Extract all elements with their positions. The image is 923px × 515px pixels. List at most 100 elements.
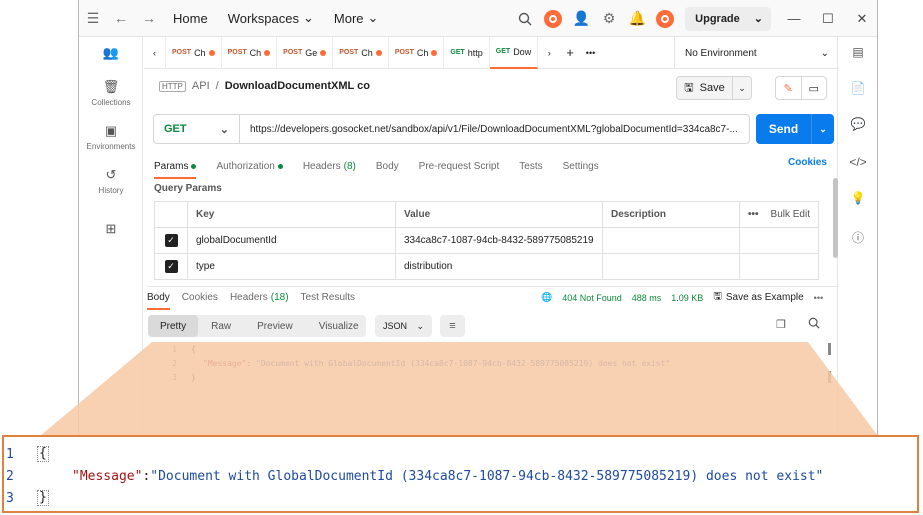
add-user-icon[interactable]: 👤 (567, 0, 595, 37)
back-arrow-icon[interactable]: ← (107, 0, 135, 37)
info-icon[interactable]: ⓘ (838, 229, 877, 246)
param-description[interactable] (602, 254, 739, 279)
http-request-icon: HTTP (159, 80, 186, 92)
gear-icon[interactable]: ⚙ (595, 0, 623, 37)
more-menu[interactable]: More ⌄ (324, 10, 389, 26)
tabs-scroll-right-icon[interactable]: › (538, 37, 560, 69)
url-input[interactable]: https://developers.gosocket.net/sandbox/… (240, 124, 749, 135)
save-dropdown-icon[interactable]: ⌄ (733, 83, 751, 94)
tab-settings[interactable]: Settings (563, 155, 599, 177)
documentation-icon[interactable]: 📄 (838, 81, 877, 95)
request-title[interactable]: DownloadDocumentXML co (225, 80, 370, 92)
zoomed-response-body: 1 { 2 "Message": "Document with GlobalDo… (2, 435, 919, 513)
request-tab[interactable]: POST Ge (277, 36, 334, 69)
response-tab-headers[interactable]: Headers (18) (230, 288, 289, 308)
request-tab[interactable]: POST Ch (222, 36, 278, 69)
tab-body[interactable]: Body (376, 155, 399, 177)
response-tab-body[interactable]: Body (147, 288, 170, 310)
home-link[interactable]: Home (163, 11, 218, 26)
sidebar-item-history[interactable]: ↺ History (79, 167, 143, 195)
upgrade-button[interactable]: Upgrade ⌄ (685, 6, 771, 31)
new-tab-plus-icon[interactable]: + (560, 37, 580, 69)
sidebar-item-collections[interactable]: 🗑 Collections (79, 79, 143, 107)
comment-icon[interactable]: ▭ (802, 77, 827, 99)
tab-method: POST (283, 49, 303, 56)
status-code[interactable]: 404 Not Found (562, 293, 622, 303)
tab-label: Params (154, 160, 189, 172)
tab-tests[interactable]: Tests (519, 155, 542, 177)
param-description[interactable] (602, 228, 739, 253)
save-as-example-button[interactable]: 🖫 Save as Example (713, 289, 803, 306)
bell-icon[interactable]: 🔔 (623, 0, 651, 37)
minimize-icon[interactable]: — (777, 11, 811, 26)
response-time[interactable]: 488 ms (632, 293, 662, 303)
tab-prerequest-script[interactable]: Pre-request Script (419, 155, 500, 177)
wrap-lines-icon[interactable]: ≡ (440, 315, 465, 337)
sidebar-label: Environments (86, 142, 136, 151)
close-icon[interactable]: ✕ (845, 11, 877, 27)
forward-arrow-icon[interactable]: → (135, 0, 163, 37)
send-button[interactable]: Send (756, 114, 812, 144)
pencil-icon[interactable]: ✎ (776, 77, 802, 99)
cookies-link[interactable]: Cookies (788, 157, 827, 168)
param-value[interactable]: 334ca8c7-1087-94cb-8432-589775085219 (395, 228, 602, 253)
lightbulb-icon[interactable]: 💡 (838, 191, 877, 205)
api-details-icon[interactable]: ▤ (838, 45, 877, 59)
sidebar-label: Collections (91, 98, 131, 107)
zoom-line-number: 1 (6, 446, 14, 462)
more-options-icon[interactable]: ••• (814, 293, 823, 303)
zoom-json-key: "Message" (72, 468, 143, 484)
tab-params[interactable]: Params (154, 155, 197, 179)
response-size[interactable]: 1.09 KB (671, 293, 703, 303)
avatar-icon[interactable] (651, 0, 679, 37)
request-tab[interactable]: POST Ch (389, 36, 445, 69)
save-button[interactable]: 🖫 Save (677, 77, 733, 99)
view-preview[interactable]: Preview (244, 315, 306, 337)
code-icon[interactable]: </> (838, 155, 877, 169)
response-tab-test-results[interactable]: Test Results (301, 288, 355, 308)
response-tab-cookies[interactable]: Cookies (182, 288, 218, 308)
search-icon[interactable] (511, 0, 539, 37)
tab-headers[interactable]: Headers (8) (303, 155, 356, 177)
tabs-scroll-left-icon[interactable]: ‹ (144, 36, 166, 69)
method-selector[interactable]: GET ⌄ (154, 115, 240, 143)
sidebar-item-environments[interactable]: ▣ Environments (79, 123, 143, 151)
view-raw[interactable]: Raw (198, 315, 244, 337)
param-key[interactable]: globalDocumentId (187, 228, 395, 253)
sidebar-item-team[interactable]: 👥 (79, 45, 143, 64)
send-dropdown-icon[interactable]: ⌄ (812, 114, 834, 144)
maximize-icon[interactable]: ☐ (811, 11, 845, 27)
param-checkbox[interactable]: ✓ (154, 228, 187, 253)
request-tab-active[interactable]: GET Dow (489, 36, 539, 69)
query-params-table: Key Value Description ••• Bulk Edit ✓ glo… (154, 201, 819, 280)
format-selector[interactable]: JSON ⌄ (375, 315, 432, 337)
copy-icon[interactable]: ❐ (776, 318, 786, 331)
tab-authorization[interactable]: Authorization (216, 155, 283, 177)
view-visualize[interactable]: Visualize (306, 315, 372, 337)
workspaces-menu[interactable]: Workspaces ⌄ (218, 10, 324, 26)
bulk-edit-link[interactable]: Bulk Edit (771, 209, 810, 220)
param-key[interactable]: type (187, 254, 395, 279)
more-tabs-icon[interactable]: ••• (580, 37, 601, 69)
param-checkbox[interactable]: ✓ (154, 254, 187, 279)
param-actions-cell (739, 254, 819, 279)
environment-selector[interactable]: No Environment ⌄ (674, 37, 839, 69)
request-tab[interactable]: POST Ch (166, 36, 222, 69)
request-tab[interactable]: POST Ch (333, 36, 389, 69)
search-icon[interactable] (808, 317, 820, 332)
editor-scrollbar-marker (828, 371, 831, 383)
request-tab[interactable]: GET http (444, 36, 490, 69)
comments-icon[interactable]: 💬 (838, 117, 877, 131)
params-scrollbar[interactable] (833, 178, 838, 258)
more-options-icon[interactable]: ••• (748, 209, 759, 220)
view-pretty[interactable]: Pretty (148, 315, 199, 337)
query-params-heading: Query Params (154, 183, 222, 194)
postman-logo-icon[interactable] (539, 0, 567, 37)
postman-window: ☰ ← → Home Workspaces ⌄ More ⌄ 👤 ⚙ 🔔 Upgra… (78, 0, 878, 440)
tab-method: POST (227, 49, 247, 56)
sidebar-item-apps[interactable]: ⊞ (79, 221, 143, 240)
param-value[interactable]: distribution (395, 254, 602, 279)
hamburger-menu-icon[interactable]: ☰ (79, 0, 107, 37)
bulk-edit-cell: ••• Bulk Edit (739, 202, 819, 227)
breadcrumb-collection[interactable]: API (192, 80, 210, 92)
